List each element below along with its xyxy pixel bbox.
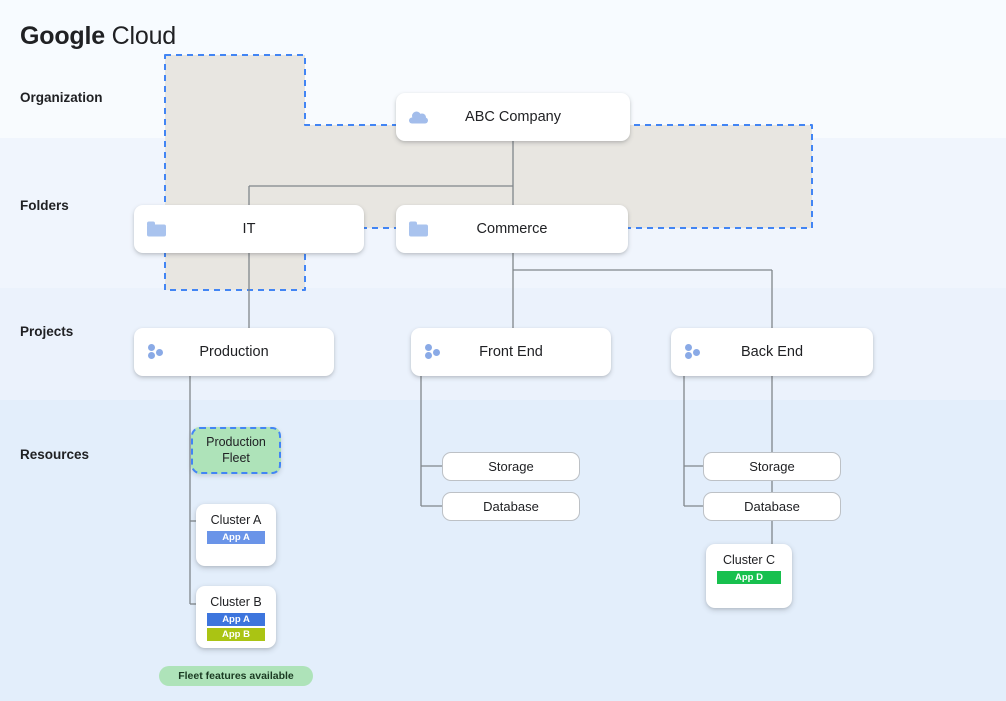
project-node-label: Front End — [479, 344, 543, 360]
cluster-title: Cluster A — [210, 513, 262, 527]
folder-icon — [409, 221, 428, 237]
app-chip[interactable]: App B — [207, 628, 265, 641]
project-node-front-end[interactable]: Front End — [411, 328, 611, 376]
production-fleet-label: Production Fleet — [206, 435, 266, 466]
production-fleet-label-line1: Production — [206, 435, 266, 450]
cluster-card-b[interactable]: Cluster B App A App B — [196, 586, 276, 648]
app-chip[interactable]: App D — [717, 571, 781, 584]
resource-front-end-database[interactable]: Database — [442, 492, 580, 521]
project-node-label: Back End — [740, 344, 804, 360]
production-fleet-label-line2: Fleet — [222, 450, 250, 465]
folder-node-label: IT — [242, 221, 256, 237]
diagram-canvas: Google Cloud Organization Folders Projec… — [0, 0, 1006, 701]
folder-node-commerce[interactable]: Commerce — [396, 205, 628, 253]
app-chip[interactable]: App A — [207, 531, 265, 544]
org-node-label: ABC Company — [465, 109, 561, 125]
folder-node-it[interactable]: IT — [134, 205, 364, 253]
cluster-apps: App A — [196, 531, 276, 544]
resource-label: Storage — [749, 459, 795, 474]
project-dots-icon — [424, 344, 443, 360]
project-node-back-end[interactable]: Back End — [671, 328, 873, 376]
resource-label: Database — [744, 499, 800, 514]
project-dots-icon — [147, 344, 166, 360]
folder-icon — [147, 221, 166, 237]
cluster-card-a[interactable]: Cluster A App A — [196, 504, 276, 566]
project-dots-icon — [684, 344, 703, 360]
production-fleet-node[interactable]: Production Fleet — [191, 427, 281, 474]
resource-front-end-storage[interactable]: Storage — [442, 452, 580, 481]
cluster-card-c[interactable]: Cluster C App D — [706, 544, 792, 608]
resource-back-end-storage[interactable]: Storage — [703, 452, 841, 481]
resource-label: Storage — [488, 459, 534, 474]
cluster-title: Cluster C — [722, 553, 776, 567]
fleet-features-label: Fleet features available — [178, 670, 294, 682]
resource-back-end-database[interactable]: Database — [703, 492, 841, 521]
fleet-features-badge: Fleet features available — [159, 666, 313, 686]
resource-label: Database — [483, 499, 539, 514]
cloud-icon — [409, 111, 428, 124]
app-chip[interactable]: App A — [207, 613, 265, 626]
cluster-apps: App D — [706, 571, 792, 584]
folder-node-label: Commerce — [476, 221, 548, 237]
cluster-apps: App A App B — [196, 613, 276, 641]
project-node-label: Production — [199, 344, 269, 360]
project-node-production[interactable]: Production — [134, 328, 334, 376]
cluster-title: Cluster B — [210, 595, 262, 609]
org-node-abc-company[interactable]: ABC Company — [396, 93, 630, 141]
